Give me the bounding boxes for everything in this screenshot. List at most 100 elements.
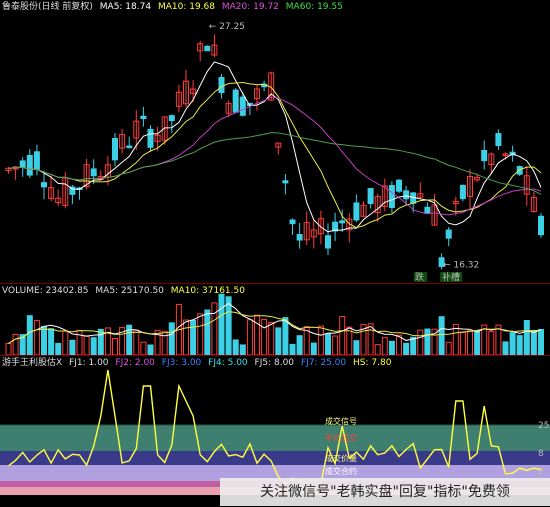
volume-bar — [417, 329, 424, 356]
axis-tick-25: 25 — [538, 421, 549, 431]
volume-bar — [41, 326, 47, 356]
band-label-signal: 成交信号 — [325, 416, 357, 426]
candle-body — [325, 235, 331, 249]
volume-bar — [381, 337, 388, 356]
volume-bar — [161, 330, 168, 356]
volume-bar — [62, 330, 69, 356]
price-chart-panel[interactable]: 鲁泰股份(日线 前复权) MA5: 18.74 MA10: 19.68 MA20… — [0, 0, 550, 283]
band-average — [0, 451, 550, 465]
volume-bar — [97, 328, 104, 356]
low-price-label: ← 16.32 — [443, 260, 479, 270]
candlestick-chart[interactable]: ← 27.25 ← 16.32 跌 补槽 — [0, 0, 550, 283]
volume-bar — [5, 342, 12, 356]
volume-bar — [488, 331, 495, 356]
volume-bar — [168, 322, 175, 356]
band-label-price-volume: 成交价量 — [325, 453, 357, 463]
candle-body — [218, 77, 225, 93]
moving-average-line — [8, 82, 542, 229]
volume-bar — [211, 302, 218, 356]
candle-body — [388, 185, 395, 209]
candle-body — [367, 188, 374, 205]
volume-bar — [388, 340, 395, 356]
fj1-readout: FJ1: 1.00 — [69, 358, 109, 368]
volume-bar — [332, 335, 339, 356]
volume-bar — [516, 335, 523, 356]
candle-body — [339, 220, 346, 224]
volume-ma5-readout: MA5: 25170.50 — [95, 286, 164, 296]
volume-bar — [538, 329, 544, 356]
volume-bar — [33, 320, 40, 356]
volume-bar — [183, 319, 189, 356]
candle-body — [424, 206, 431, 214]
volume-bar — [509, 332, 516, 356]
volume-bar — [239, 344, 246, 356]
volume-bar — [254, 314, 260, 356]
volume-bar — [197, 313, 204, 356]
volume-bar — [310, 342, 317, 356]
volume-ma-line — [8, 311, 542, 344]
band-label-contract: 成交合约 — [325, 466, 357, 476]
volume-bar — [396, 334, 402, 356]
axis-tick-2: 2 — [538, 467, 544, 477]
volume-bar — [12, 333, 19, 356]
volume-bar — [445, 341, 452, 356]
volume-ma-line — [8, 302, 542, 344]
volume-bar — [403, 342, 410, 356]
volume-bar — [246, 319, 253, 356]
fj7-readout: FJ7: 25.00 — [300, 358, 347, 368]
candle-body — [126, 145, 133, 149]
indicator-title: 游手王利股估X — [2, 358, 63, 368]
candle-body — [403, 190, 410, 200]
candle-body — [495, 133, 502, 146]
candle-body — [168, 115, 175, 122]
candle-body — [33, 151, 40, 170]
ma20-readout: MA20: 19.72 — [221, 2, 279, 12]
volume-bar — [268, 321, 275, 356]
candle-body — [90, 168, 97, 177]
volume-bar — [296, 335, 303, 356]
volume-bar — [190, 319, 197, 356]
volume-bar — [289, 343, 296, 356]
volume-bar — [83, 335, 90, 356]
volume-bar — [69, 339, 76, 356]
volume-bar — [374, 344, 381, 356]
volume-bar — [147, 344, 154, 356]
watermark-banner: 关注微信号"老韩实盘"回复"指标"免费领 — [220, 478, 550, 506]
moving-average-line — [8, 61, 542, 233]
volume-bar — [424, 328, 431, 356]
candle-body — [112, 138, 118, 161]
fj2-readout: FJ2: 2.00 — [115, 358, 155, 368]
candle-body — [147, 128, 154, 148]
candle-body — [538, 215, 544, 236]
volume-bar — [140, 341, 147, 356]
volume-bar — [523, 319, 530, 356]
volume-bar — [474, 330, 481, 356]
ma60-readout: MA60: 19.55 — [285, 2, 343, 12]
volume-bar — [438, 316, 445, 356]
volume-panel[interactable]: VOLUME: 23402.85 MA5: 25170.50 MA10: 371… — [0, 283, 550, 356]
volume-bar — [225, 296, 232, 356]
volume-bar — [317, 325, 324, 356]
volume-bar — [232, 339, 239, 356]
high-price-label: ← 27.25 — [209, 22, 245, 32]
signal-badge-left: 跌 — [415, 272, 424, 283]
volume-bar — [112, 338, 118, 356]
fj5-readout: FJ5: 8.00 — [254, 358, 295, 368]
indicator-header: 游手王利股估X FJ1: 1.00 FJ2: 2.00 FJ3: 3.00 FJ… — [2, 357, 395, 369]
fj4-readout: FJ4: 5.00 — [208, 358, 248, 368]
stock-title: 鲁泰股份(日线 前复权) — [2, 2, 93, 12]
candle-body — [396, 179, 402, 192]
ma10-readout: MA10: 19.68 — [157, 2, 215, 12]
volume-header: VOLUME: 23402.85 MA5: 25170.50 MA10: 371… — [2, 285, 249, 297]
candle-body — [41, 182, 47, 188]
candle-body — [239, 96, 246, 116]
candle-body — [19, 160, 26, 168]
candle-body — [459, 184, 466, 200]
candle-body — [26, 154, 33, 176]
fj3-readout: FJ3: 3.00 — [161, 358, 202, 368]
volume-bar — [410, 336, 417, 356]
axis-tick-8: 8 — [538, 449, 544, 459]
volume-bar — [502, 341, 509, 356]
volume-bar — [325, 333, 331, 356]
volume-bar — [261, 319, 268, 356]
